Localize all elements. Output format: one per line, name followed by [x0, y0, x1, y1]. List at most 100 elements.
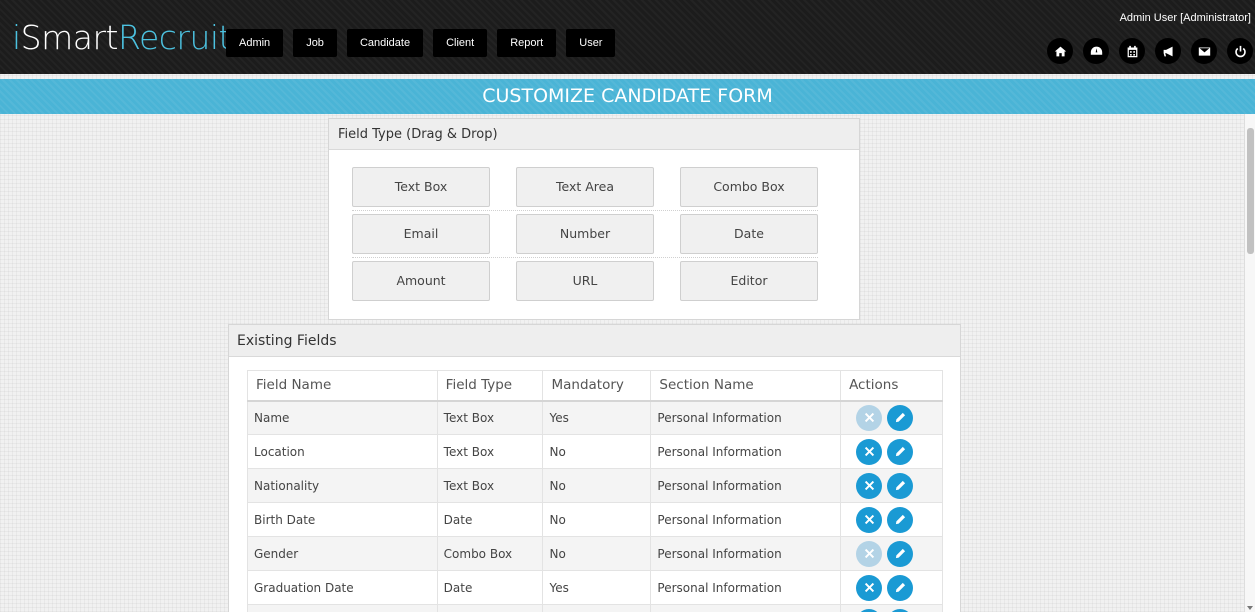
- row-actions: [847, 540, 942, 567]
- divider: [352, 210, 818, 211]
- table-row: Nationality Text Box No Personal Informatio…: [247, 468, 943, 503]
- delete-icon[interactable]: [856, 506, 883, 533]
- header-icons: [1047, 38, 1253, 64]
- dashboard-icon[interactable]: [1083, 38, 1109, 64]
- existing-fields-table: Field Name Field Type Mandatory Section …: [247, 370, 943, 612]
- field-type-amount[interactable]: Amount: [352, 261, 490, 301]
- edit-pencil-icon[interactable]: [887, 438, 914, 465]
- page-title: CUSTOMIZE CANDIDATE FORM: [0, 79, 1255, 114]
- existing-fields-panel: Existing Fields Field Name Field Type Ma…: [228, 324, 961, 612]
- mandatory-cell: No: [542, 468, 652, 503]
- field-type-cell: Text Box: [436, 400, 544, 435]
- field-type-number[interactable]: Number: [516, 214, 654, 254]
- section-name-cell: Personal Information: [650, 570, 842, 605]
- logo-mid: Smart: [20, 18, 119, 57]
- field-type-url[interactable]: URL: [516, 261, 654, 301]
- nav-candidate[interactable]: Candidate: [346, 29, 424, 57]
- field-name-cell: Birth Date: [247, 502, 438, 537]
- field-type-cell: Combo Box: [436, 536, 544, 571]
- row-actions: [847, 608, 942, 612]
- field-type-date[interactable]: Date: [680, 214, 818, 254]
- table-header-row: Field Name Field Type Mandatory Section …: [247, 370, 943, 402]
- edit-pencil-icon[interactable]: [887, 540, 914, 567]
- actions-cell: [840, 604, 943, 612]
- edit-pencil-icon[interactable]: [887, 472, 914, 499]
- actions-cell: [840, 570, 943, 605]
- nav-report[interactable]: Report: [497, 29, 557, 57]
- nav-client[interactable]: Client: [433, 29, 488, 57]
- column-header-field-name[interactable]: Field Name: [247, 370, 438, 402]
- field-name-cell: Gender: [247, 536, 438, 571]
- actions-cell: [840, 502, 943, 537]
- edit-pencil-icon[interactable]: [887, 404, 914, 431]
- section-name-cell: Personal Information: [650, 468, 842, 503]
- divider: [352, 257, 818, 258]
- logo-suffix: Recruit: [118, 18, 231, 57]
- edit-pencil-icon[interactable]: [887, 506, 914, 533]
- field-type-editor[interactable]: Editor: [680, 261, 818, 301]
- user-label[interactable]: Admin User [Administrator]: [1120, 12, 1251, 24]
- delete-icon: [856, 540, 883, 567]
- field-type-email[interactable]: Email: [352, 214, 490, 254]
- row-actions: [847, 472, 942, 499]
- field-type-cell: [436, 604, 544, 612]
- field-type-text-box[interactable]: Text Box: [352, 167, 490, 207]
- megaphone-icon[interactable]: [1155, 38, 1181, 64]
- section-name-cell: Personal Information: [650, 502, 842, 537]
- field-type-cell: Date: [436, 502, 544, 537]
- table-row: Name Text Box Yes Personal Information: [247, 400, 943, 435]
- table-row: Gender Combo Box No Personal Information: [247, 536, 943, 571]
- actions-cell: [840, 468, 943, 503]
- delete-icon[interactable]: [856, 472, 883, 499]
- scrollbar-thumb[interactable]: [1247, 128, 1254, 254]
- column-header-field-type[interactable]: Field Type: [436, 370, 544, 402]
- field-type-combo-box[interactable]: Combo Box: [680, 167, 818, 207]
- field-type-text-area[interactable]: Text Area: [516, 167, 654, 207]
- table-row: Birth Date Date No Personal Information: [247, 502, 943, 537]
- scroll-down-arrow-icon[interactable]: [1247, 606, 1253, 610]
- actions-cell: [840, 536, 943, 571]
- column-header-actions: Actions: [840, 370, 943, 402]
- page-scrollbar[interactable]: [1244, 114, 1255, 612]
- actions-cell: [840, 400, 943, 435]
- mandatory-cell: No: [542, 502, 652, 537]
- power-icon[interactable]: [1227, 38, 1253, 64]
- delete-icon[interactable]: [856, 438, 883, 465]
- section-name-cell: Personal Information: [650, 536, 842, 571]
- row-actions: [847, 438, 942, 465]
- delete-icon: [856, 404, 883, 431]
- top-bar: iSmartRecruit Admin Job Candidate Client…: [0, 0, 1255, 74]
- mandatory-cell: No: [542, 536, 652, 571]
- field-type-cell: Date: [436, 570, 544, 605]
- row-actions: [847, 574, 942, 601]
- nav-admin[interactable]: Admin: [226, 29, 284, 57]
- app-logo[interactable]: iSmartRecruit: [12, 18, 231, 57]
- existing-fields-title: Existing Fields: [229, 325, 960, 357]
- home-icon[interactable]: [1047, 38, 1073, 64]
- field-name-cell: Graduation Date: [247, 570, 438, 605]
- delete-icon[interactable]: [856, 608, 883, 612]
- field-type-cell: Text Box: [436, 434, 544, 469]
- edit-pencil-icon[interactable]: [887, 608, 914, 612]
- column-header-section-name[interactable]: Section Name: [650, 370, 842, 402]
- actions-cell: [840, 434, 943, 469]
- field-type-cell: Text Box: [436, 468, 544, 503]
- envelope-icon[interactable]: [1191, 38, 1217, 64]
- edit-pencil-icon[interactable]: [887, 574, 914, 601]
- section-name-cell: [650, 604, 842, 612]
- row-actions: [847, 506, 942, 533]
- mandatory-cell: [542, 604, 652, 612]
- calendar-icon[interactable]: [1119, 38, 1145, 64]
- logo-prefix: i: [12, 18, 21, 57]
- field-type-panel: Field Type (Drag & Drop) Text Box Text A…: [328, 118, 860, 320]
- row-actions: [847, 404, 942, 431]
- mandatory-cell: No: [542, 434, 652, 469]
- mandatory-cell: Yes: [542, 400, 652, 435]
- table-row: Graduation Date Date Yes Personal Informati…: [247, 570, 943, 605]
- field-name-cell: Location: [247, 434, 438, 469]
- field-type-panel-title: Field Type (Drag & Drop): [329, 119, 859, 150]
- nav-user[interactable]: User: [566, 29, 616, 57]
- nav-job[interactable]: Job: [293, 29, 337, 57]
- column-header-mandatory[interactable]: Mandatory: [542, 370, 652, 402]
- delete-icon[interactable]: [856, 574, 883, 601]
